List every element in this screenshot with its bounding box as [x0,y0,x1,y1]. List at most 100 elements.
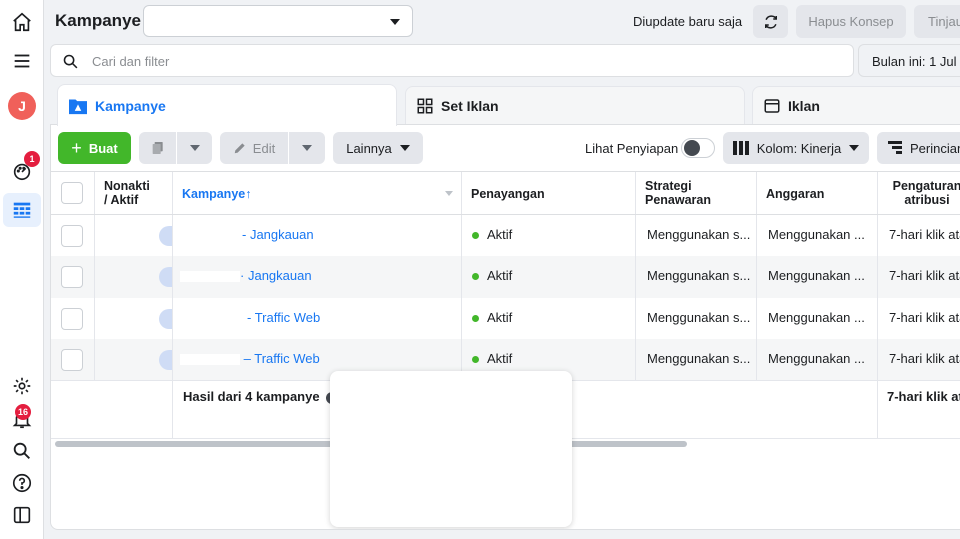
chevron-down-icon [302,145,312,151]
active-status-dot [472,356,479,364]
updated-status: Diupdate baru saja [633,14,743,29]
active-status-dot [472,315,479,323]
row-bid-cell[interactable]: Menggunakan s... [636,339,757,380]
view-setup-toggle[interactable] [681,138,715,158]
select-all-checkbox[interactable] [61,182,83,204]
search-input[interactable]: Cari dan filter [92,54,169,69]
account-avatar[interactable]: J [0,89,44,123]
review-button[interactable]: Tinjau [914,5,960,38]
breakdown-icon [888,141,902,154]
discard-drafts-button[interactable]: Hapus Konsep [796,5,906,38]
header-select-cell [51,172,95,214]
row-delivery-cell: Aktif [462,215,636,256]
date-range-picker[interactable]: Bulan ini: 1 Jul 2 [858,44,960,77]
row-budget-cell[interactable]: Menggunakan ... [757,298,878,339]
breakdown-button[interactable]: Perincian [877,132,960,164]
row-checkbox[interactable] [61,349,83,371]
notification-badge: 1 [24,151,40,167]
row-attribution-cell: 7-hari klik ata [889,310,960,325]
delivery-status: Aktif [487,227,513,242]
header-budget[interactable]: Anggaran [757,172,878,214]
header-attribution[interactable]: Pengaturan atribusi [878,172,960,214]
column-dropdown-icon[interactable] [445,191,453,196]
row-toggle-cell [95,298,173,339]
columns-button[interactable]: Kolom: Kinerja [723,132,869,164]
page-title: Kampanye [55,11,141,30]
row-name-cell: - Jangkauan [173,215,462,256]
campaign-name-link[interactable]: - Traffic Web [247,310,320,325]
tab-ads[interactable]: Iklan [752,86,960,124]
campaign-name-link[interactable]: Jangkauan [248,268,312,283]
campaign-active-toggle[interactable] [159,226,172,246]
summary-label: Hasil dari 4 kampanye [183,389,320,404]
header-toggle: Nonakti / Aktif [95,172,173,214]
create-button[interactable]: + Buat [58,132,131,164]
row-toggle-cell [95,256,173,298]
row-budget-cell[interactable]: Menggunakan ... [757,256,878,298]
duplicate-button[interactable] [139,132,176,164]
row-attribution-cell: 7-hari klik ata [889,268,960,283]
more-button[interactable]: Lainnya [333,132,423,164]
row-toggle-cell [95,339,173,380]
header-campaign-name[interactable]: Kampanye↑ [173,172,462,214]
view-setup-label: Lihat Penyiapan [585,141,679,156]
row-bid-cell[interactable]: Menggunakan s... [636,298,757,339]
chevron-down-icon [189,145,200,151]
refresh-icon [764,14,777,29]
row-toggle-cell [95,215,173,256]
row-bid-cell[interactable]: Menggunakan s... [636,256,757,298]
plus-icon: + [71,138,82,158]
duplicate-dropdown-button[interactable] [177,132,212,164]
side-panel-toggle-icon[interactable] [0,498,44,532]
home-icon[interactable] [0,5,44,39]
row-select-cell [51,256,95,298]
campaign-select[interactable] [143,5,413,37]
table-row[interactable]: - Traffic Web Aktif Menggunakan s... Men… [51,298,960,339]
active-status-dot [472,232,479,240]
row-bid-cell[interactable]: Menggunakan s... [636,215,757,256]
tab-ad-sets-label: Set Iklan [441,97,499,114]
campaign-name-link[interactable]: - Jangkauan [242,227,314,242]
tab-ad-sets[interactable]: Set Iklan [405,86,745,124]
top-bar: Kampanye Diupdate baru saja Hapus Konsep… [44,0,960,42]
avatar: J [8,92,36,120]
help-icon[interactable] [0,466,44,500]
header-delivery[interactable]: Penayangan [462,172,636,214]
more-button-label: Lainnya [346,140,392,156]
table-header-row: Nonakti / Aktif Kampanye↑ Penayangan Str… [51,171,960,215]
row-name-cell: - Traffic Web [173,298,462,339]
row-budget-cell[interactable]: Menggunakan ... [757,215,878,256]
row-attribution-cell: 7-hari klik ata [889,227,960,242]
sort-ascending-icon: ↑ [245,187,252,201]
edit-dropdown-button[interactable] [289,132,325,164]
tab-campaigns[interactable]: Kampanye [57,84,397,126]
tab-ads-label: Iklan [788,97,820,114]
campaign-active-toggle[interactable] [159,350,172,370]
columns-button-label: Kolom: Kinerja [756,140,842,156]
row-budget-cell[interactable]: Menggunakan ... [757,339,878,380]
breakdown-button-label: Perincian [910,140,960,156]
left-rail: J 1 16 [0,0,44,539]
search-filter-bar[interactable]: Cari dan filter [50,44,854,77]
refresh-button[interactable] [753,5,788,38]
notification-badge-bell: 16 [15,404,32,420]
edit-button[interactable]: Edit [220,132,288,164]
table-row[interactable]: - Jangkauan Aktif Menggunakan s... Mengg… [51,215,960,256]
header-bid-strategy[interactable]: Strategi Penawaran [636,172,757,214]
menu-icon[interactable] [0,44,44,78]
table-row[interactable]: · Jangkauan Aktif Menggunakan s... Mengg… [51,256,960,298]
search-icon[interactable] [0,434,44,468]
settings-gear-icon[interactable] [0,369,44,403]
row-delivery-cell: Aktif [462,256,636,298]
row-select-cell [51,298,95,339]
row-select-cell [51,339,95,380]
campaign-active-toggle[interactable] [159,267,172,287]
duplicate-icon [152,142,163,154]
campaign-active-toggle[interactable] [159,309,172,329]
ad-window-icon [764,98,780,113]
campaign-name-link[interactable]: – Traffic Web [244,351,320,366]
ads-manager-table-icon[interactable] [3,193,41,227]
row-checkbox[interactable] [61,266,83,288]
row-checkbox[interactable] [61,225,83,247]
row-checkbox[interactable] [61,308,83,330]
